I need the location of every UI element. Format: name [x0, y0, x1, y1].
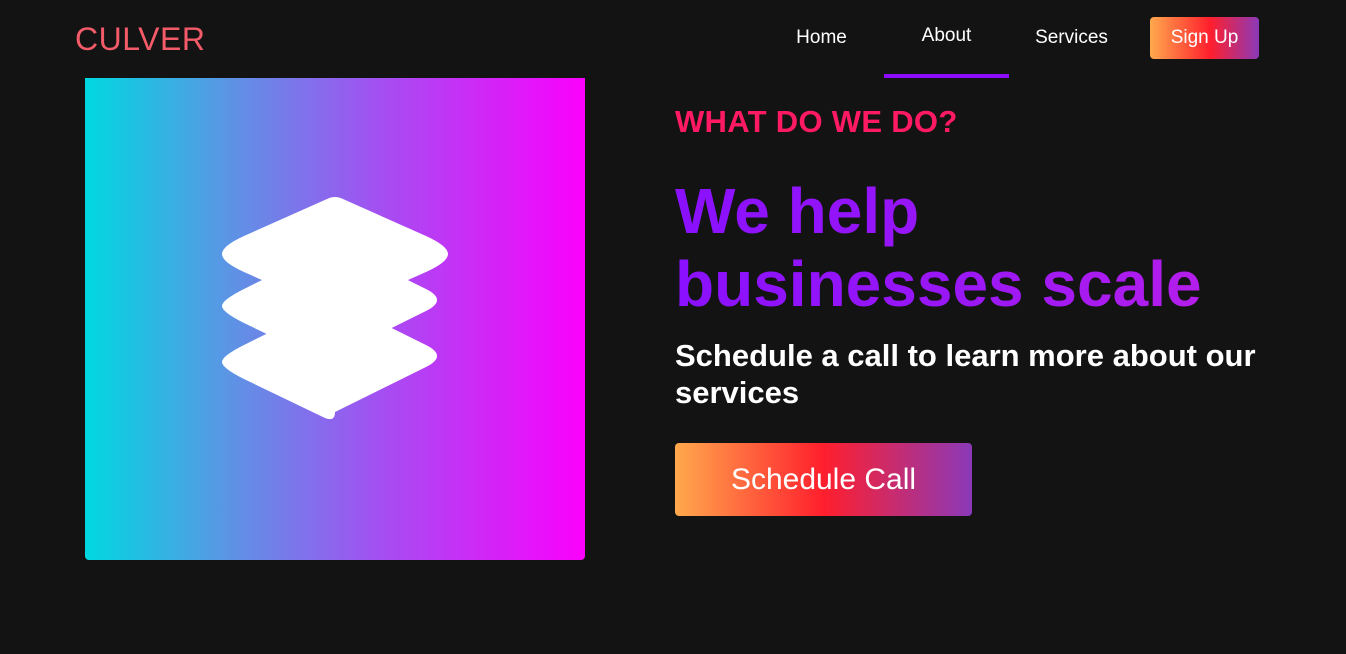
signup-button[interactable]: Sign Up	[1150, 17, 1259, 59]
layers-icon	[222, 197, 448, 420]
nav-links: Home About Services	[759, 0, 1134, 78]
nav-link-label: Services	[1035, 27, 1108, 48]
headline-line-2: businesses scale	[675, 248, 1202, 320]
page: CULVER Home About Services Sign Up WHAT …	[0, 0, 1346, 654]
subheadline: Schedule a call to learn more about our …	[675, 338, 1256, 410]
nav-link-about[interactable]: About	[884, 0, 1009, 78]
nav-link-home[interactable]: Home	[759, 0, 884, 78]
nav-link-label: About	[921, 25, 972, 46]
navbar: CULVER Home About Services Sign Up	[0, 0, 1346, 78]
section-eyebrow: WHAT DO WE DO?	[675, 104, 958, 139]
schedule-call-button[interactable]: Schedule Call	[675, 443, 972, 516]
headline-line-1: We help	[675, 175, 920, 247]
nav-link-services[interactable]: Services	[1009, 0, 1134, 78]
nav-link-label: Home	[796, 27, 847, 48]
headline: We help businesses scale	[675, 175, 1315, 321]
brand-logo[interactable]: CULVER	[75, 21, 205, 57]
